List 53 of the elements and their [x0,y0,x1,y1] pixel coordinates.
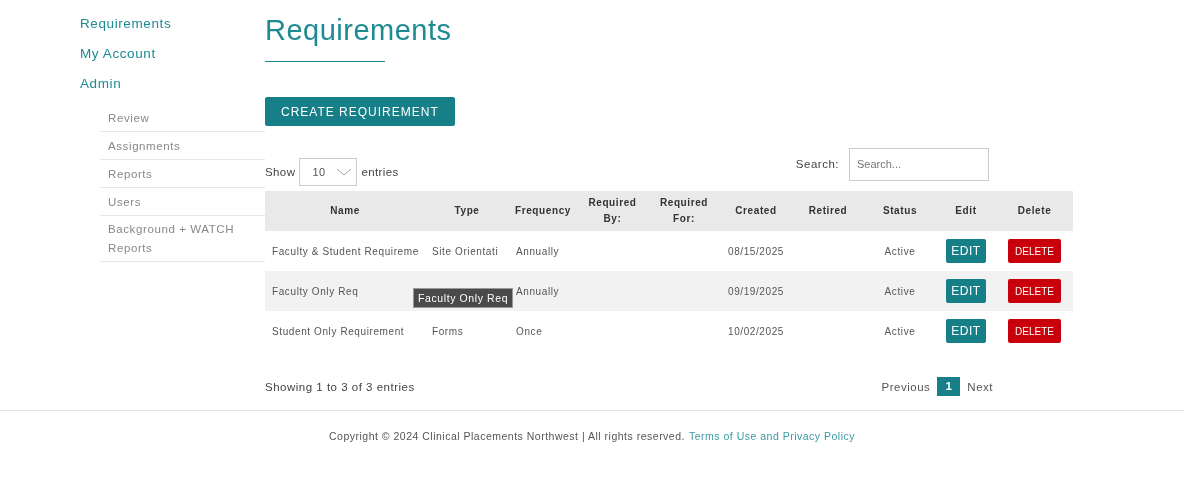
sidebar-sub-link[interactable]: Assignments [108,137,181,156]
page-link[interactable]: 1 [937,377,961,396]
chevron-down-icon [336,168,353,176]
column-header: Status [864,191,936,231]
sidebar-sub-link[interactable]: Review [108,109,150,128]
table-cell: Faculty Only Req [272,285,359,297]
table-cell: Forms [432,325,464,337]
edit-button[interactable]: EDIT [946,239,986,263]
table-cell: 10/02/2025 [727,325,785,337]
next-link[interactable]: Next [967,380,993,393]
page-title: Requirements [265,13,452,48]
search-label: Search: [795,158,839,170]
column-header: Frequency [509,191,577,231]
table-cell: 09/19/2025 [727,285,785,297]
entries-label: entries [361,166,399,178]
table-cell: Faculty & Student Requireme [272,245,419,257]
tooltip: Faculty Only Req [413,288,514,308]
table-cell: Annually [516,245,560,257]
page-size-select[interactable]: 10 [299,158,358,186]
previous-link[interactable]: Previous [881,380,931,393]
table-cell: Active [884,285,916,297]
create-requirement-button[interactable]: CREATE REQUIREMENT [265,97,455,126]
search-field[interactable]: Search... [849,147,989,181]
show-label: Show [265,166,296,178]
entries-info: Showing 1 to 3 of 3 entries [265,380,415,393]
delete-button[interactable]: DELETE [1008,319,1061,343]
edit-button[interactable]: EDIT [946,319,986,343]
table-cell: Annually [516,285,560,297]
table-cell: 08/15/2025 [727,245,785,257]
sidebar-link[interactable]: My Account [80,44,156,64]
sidebar-sub-link[interactable]: Reports [108,165,153,184]
delete-button[interactable]: DELETE [1008,279,1061,303]
delete-button[interactable]: DELETE [1008,239,1061,263]
table-cell: Student Only Requirement [272,325,405,337]
sidebar-link[interactable]: Admin [80,74,122,94]
column-header: Retired [792,191,864,231]
copyright-text: Copyright © 2024 Clinical Placements Northwest | All rights reserved. [328,430,685,442]
column-header: Edit [936,191,996,231]
column-header: Type [425,191,509,231]
table-cell: Site Orientati [432,245,499,257]
sidebar-link[interactable]: Requirements [80,14,172,34]
column-header: Delete [996,191,1073,231]
column-header: Required For: [648,191,720,231]
edit-button[interactable]: EDIT [946,279,986,303]
terms-link[interactable]: Terms of Use and Privacy Policy [689,430,856,442]
table-cell: Active [884,325,916,337]
table-cell: Once [516,325,543,337]
sidebar-sub-link[interactable]: Users [108,193,142,212]
column-header: Required By: [577,191,648,231]
column-header: Name [265,191,425,231]
sidebar-sub-link[interactable]: Background + WATCH Reports [108,220,257,258]
column-header: Created [720,191,792,231]
table-cell: Active [884,245,916,257]
